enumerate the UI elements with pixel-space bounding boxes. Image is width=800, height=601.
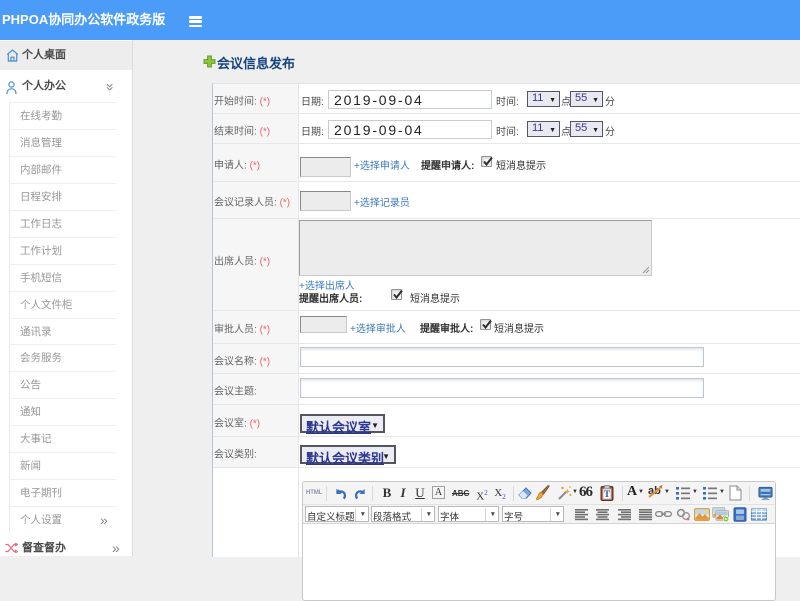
svg-text:T: T — [604, 489, 610, 499]
